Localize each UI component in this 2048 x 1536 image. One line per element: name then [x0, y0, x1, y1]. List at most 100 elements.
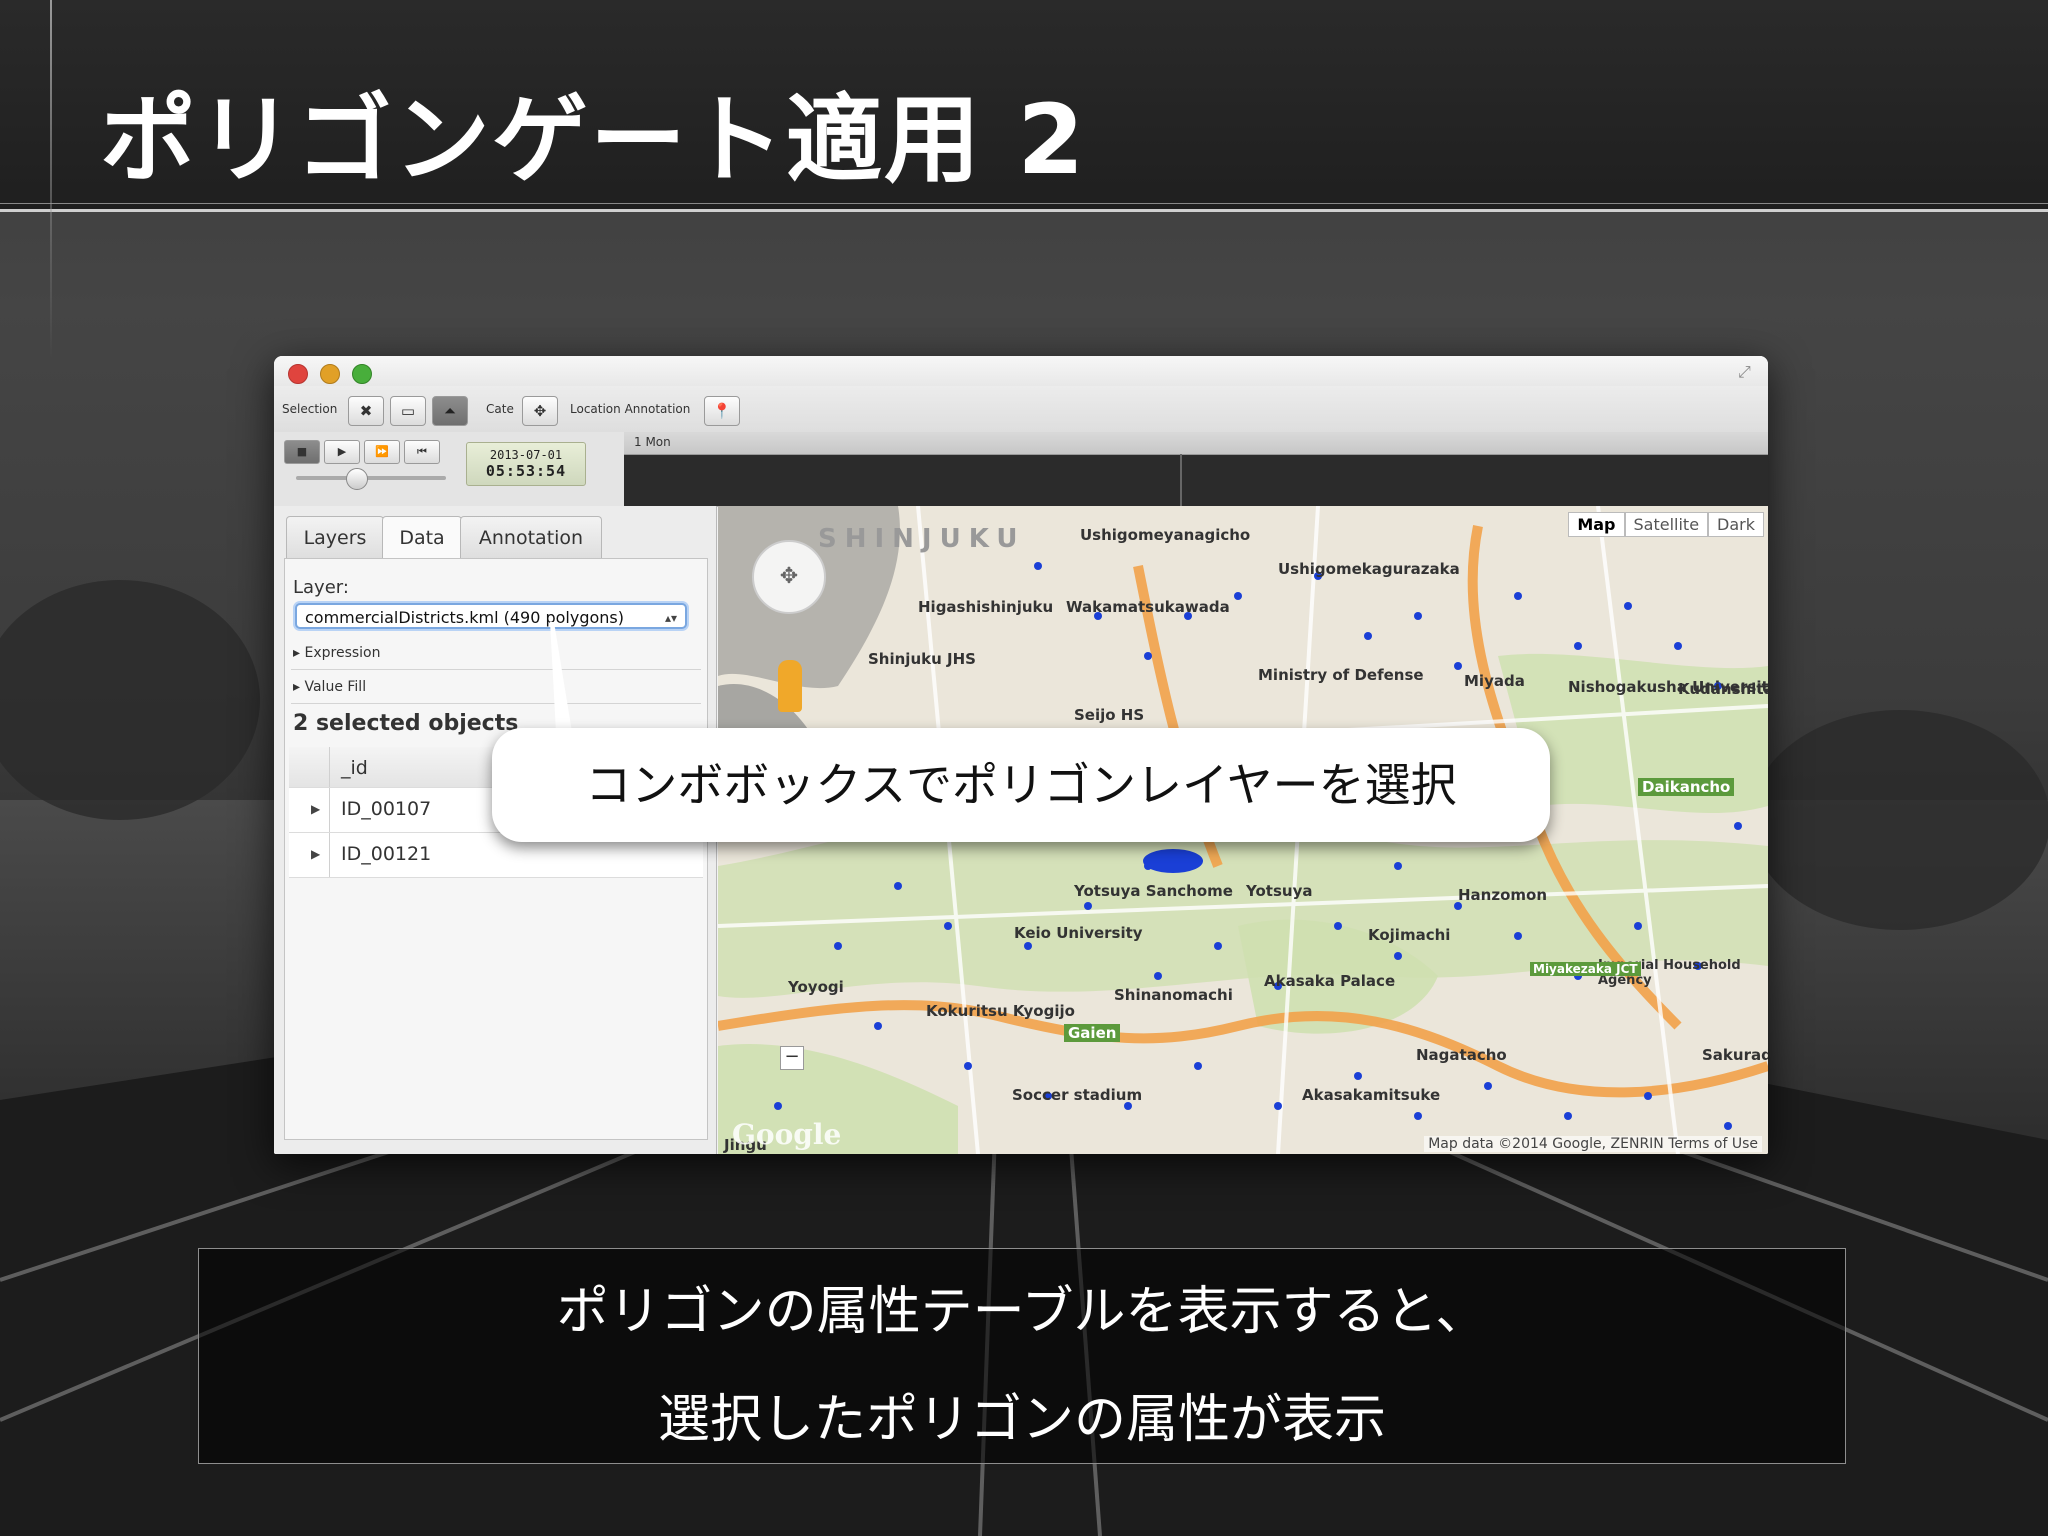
zoom-window-button[interactable] — [352, 364, 372, 384]
map-type-dark[interactable]: Dark — [1708, 512, 1764, 537]
map-label: Akasakamitsuke — [1302, 1086, 1441, 1104]
selected-objects-count: 2 selected objects — [293, 711, 519, 736]
location-annotation-label: Location Annotation — [570, 402, 691, 416]
rewind-button[interactable]: ⏮ — [404, 440, 440, 464]
caption-line-1: ポリゴンの属性テーブルを表示すると、 — [556, 1282, 1488, 1342]
disclosure-triangle-icon[interactable]: ▶ — [311, 847, 320, 861]
expression-label: Expression — [304, 645, 381, 661]
rect-select-button[interactable]: ▭ — [390, 396, 426, 426]
ruler-label: 1 Mon — [634, 435, 671, 449]
timeline-area: ■ ▶ ⏩ ⏮ 2013-07-01 05:53:54 1 Mon — [274, 432, 1768, 507]
map-label: Gaien — [1064, 1024, 1121, 1042]
map-type-map[interactable]: Map — [1568, 512, 1625, 537]
value-fill-label: Value Fill — [304, 679, 367, 695]
layer-combobox-value: commercialDistricts.kml (490 polygons) — [305, 608, 624, 627]
callout-pointer — [550, 622, 572, 732]
caption-box: ポリゴンの属性テーブルを表示すると、 選択したポリゴンの属性が表示 — [198, 1248, 1846, 1464]
map-label-shinjuku: SHINJUKU — [818, 524, 1026, 554]
minimize-window-button[interactable] — [320, 364, 340, 384]
clear-selection-button[interactable]: ✖ — [348, 396, 384, 426]
map-label: Yoyogi — [788, 978, 844, 996]
map-label: Wakamatsukawada — [1066, 598, 1230, 616]
row-id: ID_00107 — [341, 798, 432, 820]
column-divider — [329, 747, 330, 787]
column-divider — [329, 833, 330, 877]
callout-bubble: コンボボックスでポリゴンレイヤーを選択 — [492, 728, 1550, 842]
map-label: Shinjuku JHS — [868, 650, 976, 668]
move-button[interactable]: ✥ — [522, 396, 558, 426]
map-label: Sakurada — [1702, 1046, 1768, 1064]
map-label: Hanzomon — [1458, 886, 1548, 904]
google-logo: Google — [732, 1118, 842, 1151]
pan-arrows-icon: ✥ — [779, 564, 799, 589]
layer-combobox[interactable]: commercialDistricts.kml (490 polygons) ▴… — [295, 603, 687, 629]
rectangle-select-icon: ▭ — [400, 402, 416, 420]
divider — [291, 703, 701, 704]
map-label: Miyada — [1464, 672, 1525, 690]
layer-label: Layer: — [293, 577, 349, 598]
toolbar: Selection ✖ ▭ ⏶ Cate ✥ Location Annotati… — [274, 386, 1768, 433]
map-label: Ushigomekagurazaka — [1278, 560, 1460, 578]
map-label: Ministry of Defense — [1258, 666, 1424, 684]
column-divider — [329, 788, 330, 832]
data-panel: Layer: commercialDistricts.kml (490 poly… — [284, 558, 708, 1140]
map-attribution[interactable]: Map data ©2014 Google, ZENRIN Terms of U… — [1424, 1136, 1762, 1152]
time-display-date: 2013-07-01 — [489, 448, 563, 462]
fast-forward-icon: ⏩ — [375, 445, 389, 458]
map-label: Keio University — [1014, 924, 1143, 942]
play-button[interactable]: ▶ — [324, 440, 360, 464]
map-label: Ushigomeyanagicho — [1080, 526, 1251, 544]
map-label: Nagatacho — [1416, 1046, 1507, 1064]
value-fill-disclosure[interactable]: ▸ Value Fill — [293, 679, 366, 695]
map-label: Daikancho — [1638, 778, 1735, 796]
tab-annotation[interactable]: Annotation — [460, 516, 602, 559]
map-label: Yotsuya Sanchome — [1074, 882, 1233, 900]
map-label: Seijo HS — [1074, 706, 1145, 724]
divider — [291, 669, 701, 670]
x-icon: ✖ — [359, 402, 373, 420]
polygon-icon: ⏶ — [443, 402, 456, 420]
row-id: ID_00121 — [341, 843, 432, 865]
close-window-button[interactable] — [288, 364, 308, 384]
timeline-cursor[interactable] — [1180, 454, 1182, 506]
time-display-time: 05:53:54 — [485, 462, 567, 480]
map-label: Miyakezaka JCT — [1530, 962, 1641, 976]
map-label: Akasaka Palace — [1264, 972, 1396, 990]
pin-icon: 📍 — [712, 402, 732, 420]
map-type-satellite[interactable]: Satellite — [1624, 512, 1709, 537]
title-rule — [50, 0, 52, 360]
stop-icon: ■ — [296, 445, 308, 458]
map-label: Kudanshita — [1678, 680, 1768, 698]
zoom-out-button[interactable]: − — [780, 1046, 804, 1070]
cate-label: Cate — [486, 402, 514, 416]
map-label: Yotsuya — [1246, 882, 1313, 900]
map-label: Soccer stadium — [1012, 1086, 1143, 1104]
map-label: Higashishinjuku — [918, 598, 1054, 616]
timeline-ruler: 1 Mon — [624, 432, 1768, 455]
speed-slider-knob[interactable] — [346, 468, 368, 490]
skip-back-icon: ⏮ — [417, 445, 427, 458]
timeline-track[interactable]: 1 Mon — [624, 432, 1768, 506]
play-icon: ▶ — [337, 445, 347, 458]
stop-button[interactable]: ■ — [284, 440, 320, 464]
speed-slider[interactable] — [296, 476, 446, 480]
fast-forward-button[interactable]: ⏩ — [364, 440, 400, 464]
slide-title: ポリゴンゲート適用 2 — [100, 84, 1087, 196]
map-type-control: Map Satellite Dark — [1568, 512, 1764, 537]
fullscreen-icon[interactable]: ⤢ — [1738, 362, 1758, 382]
column-header-id[interactable]: _id — [341, 757, 368, 779]
tab-data[interactable]: Data — [382, 516, 462, 561]
updown-arrows-icon: ▴▾ — [664, 611, 677, 625]
caption-line-2: 選択したポリゴンの属性が表示 — [657, 1390, 1386, 1450]
tab-layers[interactable]: Layers — [286, 516, 384, 559]
window-titlebar[interactable]: ⤢ — [274, 356, 1768, 386]
map-label: Shinanomachi — [1114, 986, 1233, 1004]
expression-disclosure[interactable]: ▸ Expression — [293, 645, 380, 661]
location-pin-button[interactable]: 📍 — [704, 396, 740, 426]
map-label: Kojimachi — [1368, 926, 1451, 944]
map-pan-control[interactable]: ✥ — [752, 540, 826, 614]
street-view-pegman-icon[interactable] — [778, 660, 802, 712]
polygon-select-button[interactable]: ⏶ — [432, 396, 468, 426]
disclosure-triangle-icon[interactable]: ▶ — [311, 802, 320, 816]
selection-label: Selection — [282, 402, 338, 416]
